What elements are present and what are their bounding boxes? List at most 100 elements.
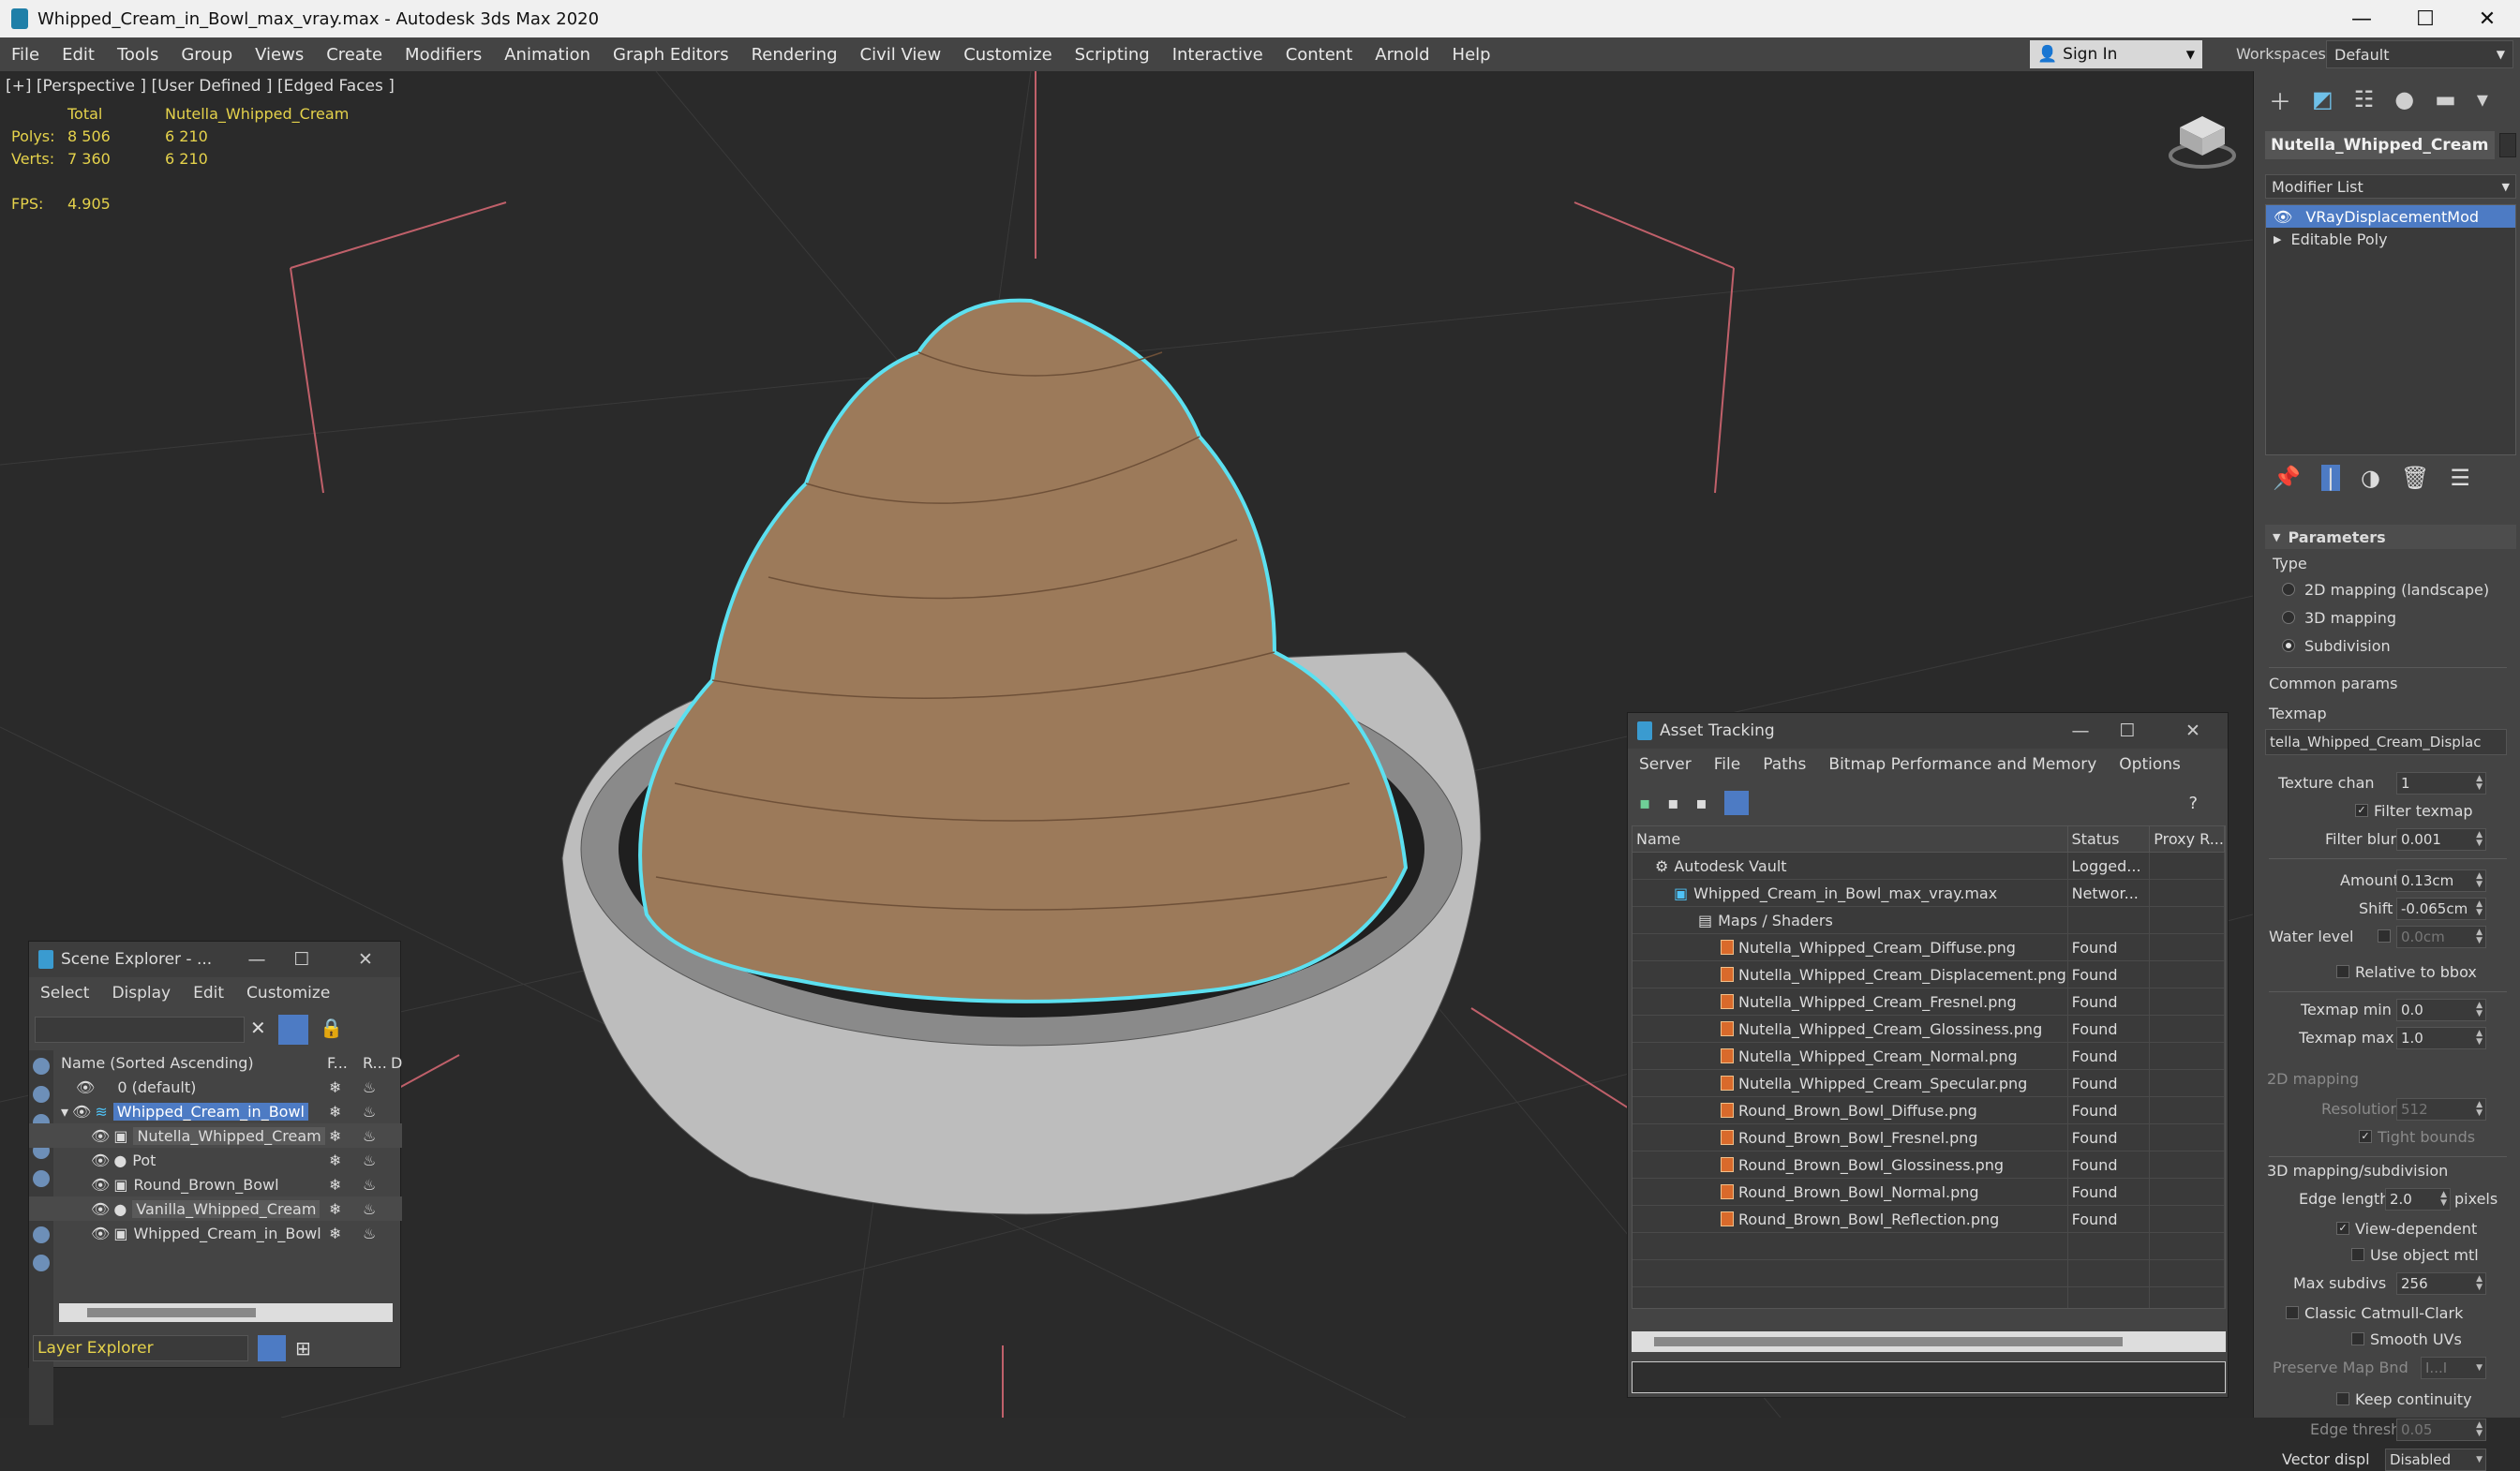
list-item[interactable]: 👁 ▣ Nutella_Whipped_Cream ❄ ♨ <box>29 1123 402 1148</box>
help-icon[interactable]: ? <box>2188 794 2198 813</box>
stack-item-editable-poly[interactable]: ▶ Editable Poly <box>2266 228 2515 250</box>
table-row[interactable]: Nutella_Whipped_Cream_Glossiness.png Fou… <box>1633 1016 2225 1043</box>
filter-icon[interactable] <box>278 1015 308 1045</box>
eye-icon[interactable]: 👁 <box>91 1225 110 1242</box>
freeze-icon[interactable]: ❄ <box>329 1103 341 1121</box>
workspaces-dropdown[interactable]: Default ▼ <box>2326 40 2513 68</box>
eye-icon[interactable]: 👁 <box>91 1127 110 1145</box>
relative-bbox-checkbox[interactable] <box>2336 965 2349 978</box>
maximize-button[interactable]: ☐ <box>2106 713 2149 749</box>
freeze-icon[interactable]: ❄ <box>329 1078 341 1096</box>
list-item[interactable]: 👁 ▣ Whipped_Cream_in_Bowl ❄ ♨ <box>29 1221 402 1245</box>
render-icon[interactable]: ♨ <box>363 1225 376 1242</box>
asset-path-field[interactable] <box>1632 1361 2226 1393</box>
texmap-max-spinner[interactable]: 1.0 ▲ ▼ <box>2396 1027 2486 1049</box>
amount-spinner[interactable]: 0.13cm ▲ ▼ <box>2396 869 2486 892</box>
preserve-map-dropdown[interactable]: I...I ▼ <box>2421 1357 2486 1379</box>
eye-icon[interactable]: 👁 <box>76 1078 95 1096</box>
eye-icon[interactable]: 👁 <box>91 1152 110 1169</box>
motion-tab-icon[interactable]: ● <box>2394 86 2414 112</box>
menu-arnold[interactable]: Arnold <box>1364 45 1440 65</box>
max-subdivs-spinner[interactable]: 256 ▲ ▼ <box>2396 1272 2486 1295</box>
menu-help[interactable]: Help <box>1441 45 1502 65</box>
hierarchy-tab-icon[interactable]: ☷ <box>2354 86 2375 112</box>
list-item[interactable]: 👁 ▣ Round_Brown_Bowl ❄ ♨ <box>29 1172 402 1196</box>
menu-edit[interactable]: Edit <box>51 45 106 65</box>
resolution-spinner[interactable]: 512 ▲ ▼ <box>2396 1098 2486 1121</box>
display-tab-icon[interactable]: ▬ <box>2435 86 2456 112</box>
render-icon[interactable]: ♨ <box>363 1176 376 1194</box>
column-name[interactable]: Name <box>1633 826 2068 852</box>
table-row[interactable]: ⚙ Autodesk Vault Logged... <box>1633 853 2225 880</box>
column-r[interactable]: R... <box>363 1054 387 1072</box>
show-end-result-icon[interactable]: | <box>2320 465 2340 491</box>
table-row[interactable]: ▤ Maps / Shaders <box>1633 907 2225 934</box>
table-row[interactable]: Nutella_Whipped_Cream_Diffuse.png Found <box>1633 934 2225 961</box>
menu-tools[interactable]: Tools <box>106 45 170 65</box>
table-row[interactable]: Round_Brown_Bowl_Diffuse.png Found <box>1633 1097 2225 1124</box>
eye-icon[interactable]: 👁 <box>2274 208 2292 226</box>
pin-icon[interactable]: 📌 <box>2273 465 2301 491</box>
column-f[interactable]: F... <box>327 1054 348 1072</box>
table-row[interactable]: Round_Brown_Bowl_Normal.png Found <box>1633 1179 2225 1206</box>
render-icon[interactable]: ♨ <box>363 1078 376 1096</box>
menu-customize[interactable]: Customize <box>952 45 1063 65</box>
freeze-icon[interactable]: ❄ <box>329 1127 341 1145</box>
object-color-swatch[interactable] <box>2499 133 2516 157</box>
table-row[interactable]: ▣ Whipped_Cream_in_Bowl_max_vray.max Netw… <box>1633 880 2225 907</box>
delete-icon[interactable]: 🗑 <box>2401 465 2429 491</box>
texture-chan-spinner[interactable]: 1 ▲ ▼ <box>2396 772 2486 795</box>
texmap-min-spinner[interactable]: 0.0 ▲ ▼ <box>2396 999 2486 1021</box>
table-row[interactable]: Nutella_Whipped_Cream_Fresnel.png Found <box>1633 988 2225 1016</box>
table-row[interactable]: Round_Brown_Bowl_Fresnel.png Found <box>1633 1124 2225 1152</box>
modifier-list-dropdown[interactable]: Modifier List ▼ <box>2265 174 2516 199</box>
sign-in-dropdown[interactable]: 👤 Sign In ▼ <box>2030 40 2202 68</box>
view-dependent-checkbox[interactable]: ✓ <box>2336 1222 2349 1235</box>
menu-server[interactable]: Server <box>1628 755 1703 774</box>
menu-civil-view[interactable]: Civil View <box>849 45 953 65</box>
smooth-uvs-checkbox[interactable] <box>2351 1332 2364 1345</box>
filter-blur-spinner[interactable]: 0.001 ▲ ▼ <box>2396 828 2486 851</box>
menu-bitmap-performance[interactable]: Bitmap Performance and Memory <box>1817 755 2108 774</box>
edge-thresh-spinner[interactable]: 0.05 ▲ ▼ <box>2396 1419 2486 1441</box>
horizontal-scrollbar[interactable] <box>1632 1331 2226 1352</box>
minimize-button[interactable]: — <box>2059 713 2102 749</box>
object-name-field[interactable]: Nutella_Whipped_Cream <box>2265 131 2495 159</box>
eye-icon[interactable]: 👁 <box>91 1176 110 1194</box>
list-item[interactable]: 👁 ● Pot ❄ ♨ <box>29 1148 402 1172</box>
layers-icon[interactable] <box>258 1335 286 1361</box>
water-level-spinner[interactable]: 0.0cm ▲ ▼ <box>2396 926 2486 948</box>
menu-file[interactable]: File <box>1703 755 1752 774</box>
radio-subdivision[interactable] <box>2282 639 2295 652</box>
freeze-icon[interactable]: ❄ <box>329 1152 341 1169</box>
render-icon[interactable]: ♨ <box>363 1103 376 1121</box>
parameters-rollout[interactable]: ▼ Parameters <box>2265 525 2516 549</box>
layer-explorer-dropdown[interactable]: Layer Explorer <box>33 1335 248 1361</box>
expand-icon[interactable]: ▾ <box>61 1103 68 1121</box>
scene-search-input[interactable] <box>35 1017 245 1043</box>
column-name[interactable]: Name (Sorted Ascending) <box>61 1054 254 1072</box>
expand-icon[interactable]: ▶ <box>2274 233 2281 245</box>
display-groups-icon[interactable] <box>33 1255 50 1271</box>
tree-view-icon[interactable]: ▪ <box>1695 794 1707 813</box>
menu-scripting[interactable]: Scripting <box>1064 45 1161 65</box>
list-view-icon[interactable]: ▪ <box>1667 794 1678 813</box>
table-row[interactable]: Nutella_Whipped_Cream_Displacement.png F… <box>1633 961 2225 988</box>
render-icon[interactable]: ♨ <box>363 1127 376 1145</box>
table-row[interactable]: Nutella_Whipped_Cream_Specular.png Found <box>1633 1070 2225 1097</box>
close-button[interactable]: ✕ <box>344 942 387 977</box>
freeze-icon[interactable]: ❄ <box>329 1176 341 1194</box>
tight-bounds-checkbox[interactable]: ✓ <box>2359 1130 2372 1143</box>
radio-2d-mapping[interactable] <box>2282 583 2295 596</box>
shift-spinner[interactable]: -0.065cm ▲ ▼ <box>2396 898 2486 920</box>
use-object-mtl-checkbox[interactable] <box>2351 1248 2364 1261</box>
column-status[interactable]: Status <box>2068 826 2151 852</box>
menu-file[interactable]: File <box>0 45 51 65</box>
maximize-button[interactable]: ☐ <box>280 942 323 977</box>
table-row[interactable]: Round_Brown_Bowl_Glossiness.png Found <box>1633 1152 2225 1179</box>
menu-animation[interactable]: Animation <box>493 45 602 65</box>
menu-create[interactable]: Create <box>315 45 394 65</box>
minimize-button[interactable]: — <box>235 942 278 977</box>
eye-icon[interactable]: 👁 <box>72 1103 91 1121</box>
texmap-button[interactable]: tella_Whipped_Cream_Displac <box>2265 729 2507 755</box>
